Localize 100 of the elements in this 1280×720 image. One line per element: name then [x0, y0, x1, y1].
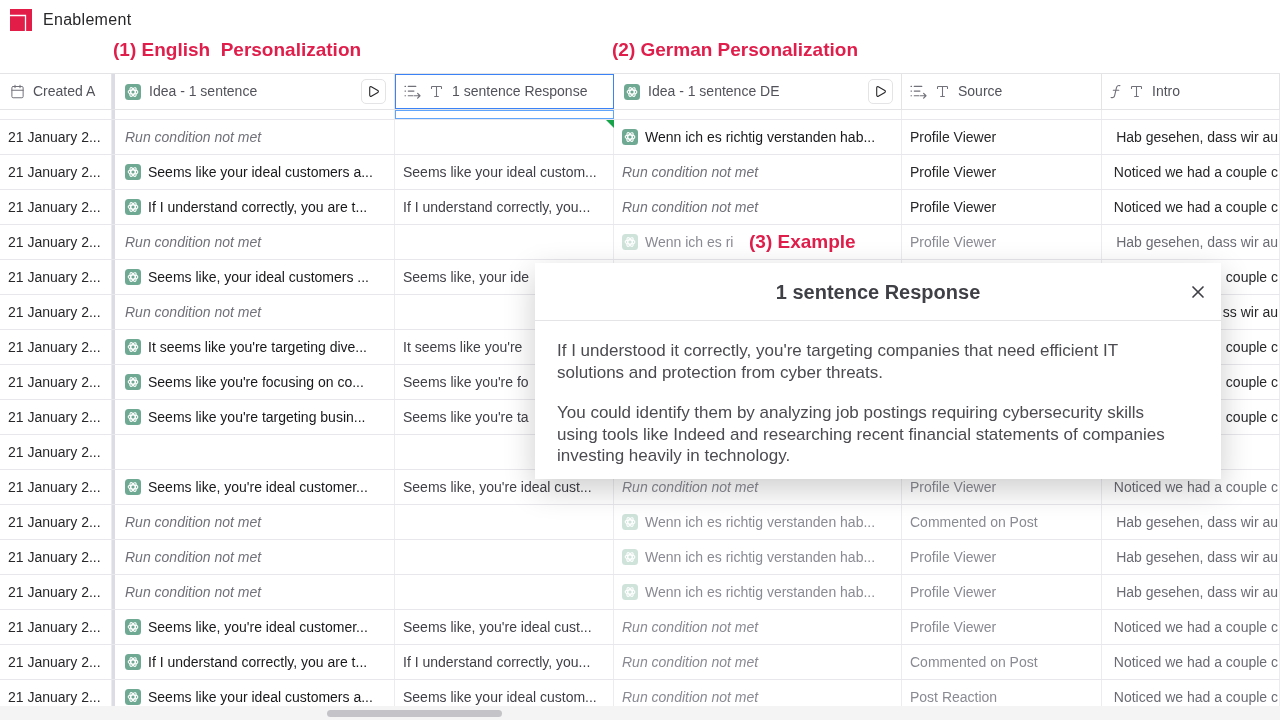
list-arrow-icon — [910, 84, 927, 99]
idea-text: If I understand correctly, you are t... — [148, 197, 368, 217]
knot-icon — [125, 409, 141, 425]
response-text: Seems like you're fo — [403, 372, 529, 392]
response-text: If I understand correctly, you... — [403, 652, 591, 672]
knot-icon — [622, 549, 638, 565]
annotation-label: (1) English Personalization — [113, 39, 362, 60]
response-text: If I understand correctly, you... — [403, 197, 591, 217]
intro-text: Hab gesehen, dass wir au — [1116, 512, 1278, 532]
knot-icon — [125, 619, 141, 635]
text-type-icon — [429, 84, 444, 99]
response-text: Seems like your ideal custom... — [403, 162, 597, 182]
knot-icon — [125, 374, 141, 390]
intro-text: Noticed we had a couple c — [1113, 477, 1278, 497]
date-text: 21 January 2... — [8, 652, 101, 672]
response-text: Seems like, you're ideal cust... — [403, 477, 592, 497]
knot-icon — [622, 514, 638, 530]
source-text: Post Reaction — [910, 687, 998, 706]
knot-icon — [622, 584, 638, 600]
knot-icon — [624, 83, 640, 100]
app-name: Enablement — [43, 10, 132, 30]
status-note: Run condition not met — [125, 547, 262, 567]
play-icon — [874, 85, 887, 98]
source-text: Profile Viewer — [910, 547, 997, 567]
idea-text: Seems like your ideal customers a... — [148, 162, 373, 182]
intro-text: couple c — [1225, 267, 1278, 287]
run-button[interactable] — [361, 79, 386, 104]
idea-text: Seems like you're targeting busin... — [148, 407, 366, 427]
source-text: Profile Viewer — [910, 127, 997, 147]
column-title: Intro — [1152, 82, 1180, 101]
date-text: 21 January 2... — [8, 372, 101, 392]
annotation-label: (3) Example — [749, 230, 856, 254]
idea-text: Seems like, you're ideal customer... — [148, 477, 368, 497]
date-text: 21 January 2... — [8, 337, 101, 357]
intro-text: Noticed we had a couple c — [1113, 617, 1278, 637]
play-icon — [367, 85, 380, 98]
intro-text: Noticed we had a couple c — [1113, 162, 1278, 182]
intro-text: couple c — [1225, 337, 1278, 357]
knot-icon — [125, 83, 141, 100]
text-type-icon — [935, 84, 950, 99]
status-note: Run condition not met — [622, 652, 759, 672]
source-text: Profile Viewer — [910, 582, 997, 602]
popup-title: 1 sentence Response — [775, 279, 981, 305]
text-type-icon — [1129, 84, 1144, 99]
source-text: Profile Viewer — [910, 197, 997, 217]
response-text: Seems like you're ta — [403, 407, 529, 427]
intro-text: Noticed we had a couple c — [1113, 197, 1278, 217]
date-text: 21 January 2... — [8, 547, 101, 567]
intro-text: Noticed we had a couple c — [1113, 687, 1278, 706]
status-note: Run condition not met — [125, 582, 262, 602]
idea-text: Seems like, you're ideal customer... — [148, 617, 368, 637]
idea-text: If I understand correctly, you are t... — [148, 652, 368, 672]
intro-text: couple c — [1225, 372, 1278, 392]
date-text: 21 January 2... — [8, 302, 101, 322]
date-text: 21 January 2... — [8, 442, 101, 462]
scrollbar-thumb[interactable] — [327, 709, 502, 717]
intro-text: couple c — [1225, 407, 1278, 427]
knot-icon — [125, 654, 141, 670]
intro-text: Noticed we had a couple c — [1113, 652, 1278, 672]
knot-icon — [125, 479, 141, 495]
knot-icon — [125, 269, 141, 285]
source-text: Profile Viewer — [910, 232, 997, 252]
date-text: 21 January 2... — [8, 617, 101, 637]
idea-text: Wenn ich es richtig verstanden hab... — [645, 547, 876, 567]
column-title: Source — [958, 82, 1003, 101]
source-text: Profile Viewer — [910, 617, 997, 637]
date-text: 21 January 2... — [8, 687, 101, 706]
date-text: 21 January 2... — [8, 407, 101, 427]
intro-text: Hab gesehen, dass wir au — [1116, 232, 1278, 252]
popup-paragraph: You could identify them by analyzing job postings requiring cybersecurity skills using tools like Indeed and researching recent financial statements of companies investing heavily in technology. — [557, 402, 1166, 467]
list-arrow-icon — [404, 84, 421, 99]
knot-icon — [125, 164, 141, 180]
status-note: Run condition not met — [622, 687, 759, 706]
idea-text: Seems like, your ideal customers ... — [148, 267, 369, 287]
status-note: Run condition not met — [622, 162, 759, 182]
status-note: Run condition not met — [125, 127, 262, 147]
run-button[interactable] — [868, 79, 893, 104]
idea-text: Wenn ich es ri — [645, 232, 734, 252]
source-text: Commented on Post — [910, 652, 1038, 672]
intro-text: Hab gesehen, dass wir au — [1116, 582, 1278, 602]
knot-icon — [125, 339, 141, 355]
logo-icon — [10, 9, 32, 31]
column-title: Idea - 1 sentence — [149, 82, 258, 101]
response-text: Seems like your ideal custom... — [403, 687, 597, 706]
date-text: 21 January 2... — [8, 512, 101, 532]
intro-text: Hab gesehen, dass wir au — [1116, 547, 1278, 567]
popup-paragraph: If I understood it correctly, you're targeting companies that need efficient IT solutions and protection from cyber threats. — [557, 340, 1119, 383]
knot-icon — [622, 234, 638, 250]
status-note: Run condition not met — [622, 617, 759, 637]
status-note: Run condition not met — [125, 512, 262, 532]
idea-text: Seems like you're focusing on co... — [148, 372, 364, 392]
date-text: 21 January 2... — [8, 477, 101, 497]
source-text: Profile Viewer — [910, 477, 997, 497]
source-text: Commented on Post — [910, 512, 1038, 532]
column-title: Created A — [33, 82, 96, 101]
date-text: 21 January 2... — [8, 582, 101, 602]
idea-text: Wenn ich es richtig verstanden hab... — [645, 127, 876, 147]
calendar-icon — [10, 84, 25, 99]
column-header[interactable]: 1 sentence Response — [395, 74, 614, 109]
date-text: 21 January 2... — [8, 197, 101, 217]
